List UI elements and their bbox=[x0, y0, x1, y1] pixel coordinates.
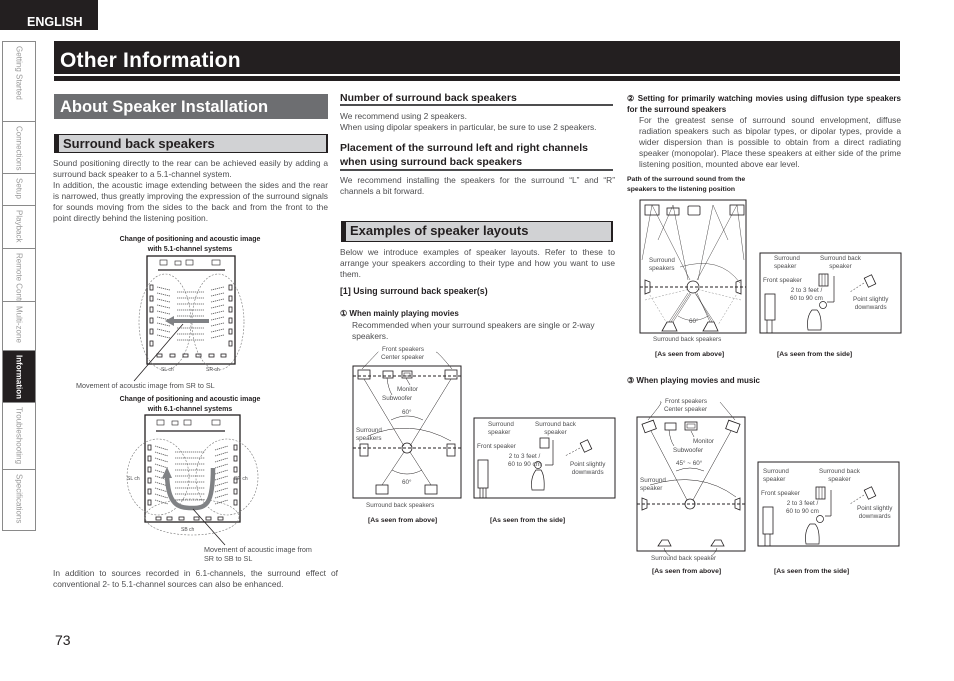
c3-side-surround-1: Surround bbox=[763, 468, 789, 475]
c3-distance-1: 2 to 3 feet / bbox=[786, 500, 819, 507]
c3-side-sb-2: speaker bbox=[828, 475, 851, 483]
c3-side-caption: [As seen from the side] bbox=[774, 568, 850, 575]
c3-distance-2: 60 to 90 cm bbox=[786, 507, 819, 515]
case3-side-view bbox=[757, 461, 900, 547]
c3-side-surround-label: Surround speaker bbox=[763, 468, 789, 483]
c3-side-front-label: Front speaker bbox=[761, 490, 800, 497]
listener-head bbox=[816, 515, 824, 523]
surround-speaker bbox=[815, 486, 826, 500]
c3-side-point-label: Point slightly downwards bbox=[857, 505, 892, 520]
c3-side-surround-2: speaker bbox=[763, 475, 786, 483]
c3-side-sb-1: Surround back bbox=[819, 468, 860, 475]
c3-side-sb-label: Surround back speaker bbox=[819, 468, 860, 483]
surround-back-speaker bbox=[863, 486, 877, 500]
c3-point-2: downwards bbox=[858, 512, 891, 520]
c3-side-distance-label: 2 to 3 feet / 60 to 90 cm bbox=[786, 500, 819, 515]
listener-seat bbox=[805, 523, 820, 545]
front-speaker bbox=[762, 506, 774, 535]
c3-point-1: Point slightly bbox=[857, 505, 893, 512]
